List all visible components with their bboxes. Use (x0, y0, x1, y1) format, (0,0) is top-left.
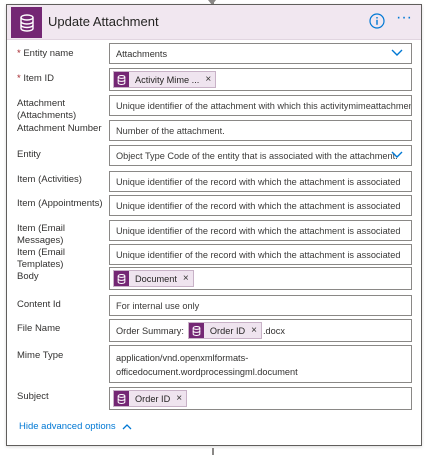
mime-type-line-2: officedocument.wordprocessingml.document (116, 367, 298, 377)
entity-dropdown[interactable]: Object Type Code of the entity that is a… (109, 145, 412, 166)
subject-label: Subject (17, 391, 49, 402)
mime-type-input[interactable]: application/vnd.openxmlformats- officedo… (109, 345, 412, 383)
remove-token-icon[interactable]: × (176, 393, 182, 404)
token-label: Order ID (135, 393, 171, 404)
entity-name-dropdown[interactable]: Attachments (109, 43, 412, 64)
card-title: Update Attachment (48, 14, 159, 29)
dynamic-content-token[interactable]: Document × (113, 270, 194, 287)
item-email-templates-input[interactable]: Unique identifier of the record with whi… (109, 244, 412, 265)
database-icon (114, 72, 129, 87)
database-icon (11, 7, 42, 38)
update-attachment-card: Update Attachment ··· * Entity name Atta… (6, 4, 422, 446)
database-icon (114, 391, 129, 406)
dynamic-content-token[interactable]: Activity Mime ... × (113, 71, 217, 88)
content-id-label: Content Id (17, 299, 61, 310)
advanced-options-label: Hide advanced options (19, 421, 116, 432)
card-header[interactable]: Update Attachment ··· (7, 5, 421, 40)
file-name-label: File Name (17, 323, 61, 334)
database-icon (114, 271, 129, 286)
attachment-number-input[interactable]: Number of the attachment. (109, 120, 412, 141)
database-icon (188, 323, 204, 338)
hide-advanced-options-link[interactable]: Hide advanced options (19, 421, 132, 432)
content-id-input[interactable]: For internal use only (109, 295, 412, 316)
item-activities-label: Item (Activities) (17, 174, 82, 185)
chevron-down-icon (391, 151, 403, 158)
item-email-messages-input[interactable]: Unique identifier of the record with whi… (109, 220, 412, 241)
mime-type-line-1: application/vnd.openxmlformats- (116, 353, 249, 363)
entity-name-value: Attachments (116, 48, 168, 59)
info-icon[interactable] (369, 13, 385, 29)
item-id-label: * Item ID (17, 73, 54, 84)
token-label: Activity Mime ... (135, 74, 200, 85)
subject-field[interactable]: Order ID × (109, 387, 412, 410)
entity-label: Entity (17, 149, 41, 160)
item-email-templates-label: Item (Email Templates) (17, 247, 66, 270)
item-id-field[interactable]: Activity Mime ... × (109, 68, 412, 91)
remove-token-icon[interactable]: × (183, 273, 189, 284)
body-label: Body (17, 271, 39, 282)
item-activities-input[interactable]: Unique identifier of the record with whi… (109, 171, 412, 192)
entity-name-label: * Entity name (17, 48, 74, 59)
entity-placeholder: Object Type Code of the entity that is a… (116, 150, 398, 161)
item-appointments-label: Item (Appointments) (17, 198, 103, 209)
attachment-number-label: Attachment Number (17, 123, 102, 134)
chevron-down-icon (391, 49, 403, 56)
file-name-prefix: Order Summary: (116, 325, 184, 336)
mime-type-label: Mime Type (17, 350, 64, 361)
token-label: Order ID (209, 325, 246, 336)
attachment-attachments-input[interactable]: Unique identifier of the attachment with… (109, 95, 412, 116)
remove-token-icon[interactable]: × (251, 325, 257, 336)
token-label: Document (135, 273, 177, 284)
dynamic-content-token[interactable]: Order ID × (113, 390, 188, 407)
file-name-field[interactable]: Order Summary: Order ID × .docx (109, 319, 412, 342)
flow-connector-bottom (212, 448, 214, 455)
remove-token-icon[interactable]: × (205, 74, 211, 85)
item-email-messages-label: Item (Email Messages) (17, 223, 66, 246)
dynamic-content-token[interactable]: Order ID × (187, 322, 262, 339)
item-appointments-input[interactable]: Unique identifier of the record with whi… (109, 195, 412, 216)
attachment-attachments-label: Attachment (Attachments) (17, 98, 77, 121)
more-options-icon[interactable]: ··· (396, 10, 416, 29)
file-name-suffix: .docx (262, 325, 285, 336)
body-field[interactable]: Document × (109, 267, 412, 290)
chevron-up-icon (122, 424, 132, 430)
